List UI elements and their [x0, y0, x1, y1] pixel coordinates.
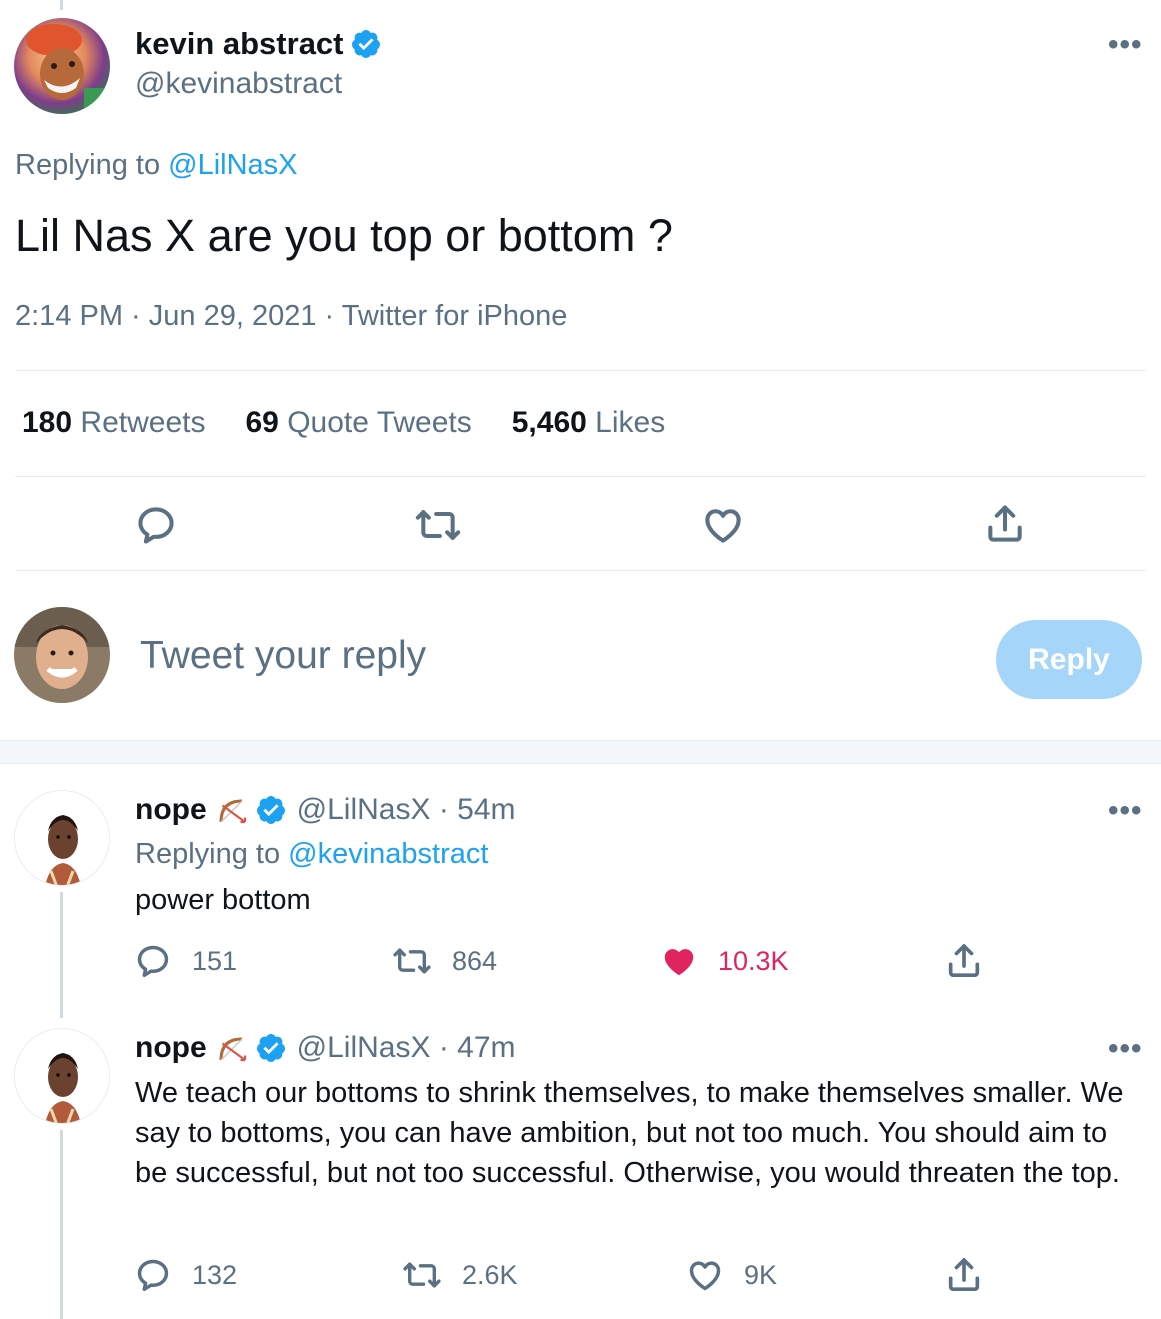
- quote-tweets-stat[interactable]: 69 Quote Tweets: [245, 406, 471, 440]
- replying-to: Replying to @LilNasX: [15, 149, 298, 182]
- tweet-text: Lil Nas X are you top or bottom ?: [15, 210, 673, 261]
- likes-label: Likes: [595, 406, 666, 439]
- retweet-action[interactable]: 2.6K: [402, 1256, 518, 1294]
- reply-header: nope @LilNasX · 47m: [135, 1030, 516, 1066]
- like-count: 10.3K: [718, 945, 789, 976]
- thread-connector-line: [60, 892, 63, 1018]
- author-handle[interactable]: @kevinabstract: [135, 67, 342, 101]
- replying-prefix: Replying to: [135, 838, 281, 870]
- replying-handle-link[interactable]: @kevinabstract: [288, 838, 488, 870]
- verified-badge-icon: [350, 28, 382, 60]
- reply-icon[interactable]: [134, 942, 172, 980]
- reply-action[interactable]: 151: [134, 942, 237, 980]
- reply-author-name[interactable]: nope: [135, 1031, 207, 1065]
- reply-handle-time[interactable]: @LilNasX · 47m: [297, 1031, 516, 1065]
- retweets-label: Retweets: [80, 406, 206, 439]
- replying-prefix: Replying to: [15, 149, 161, 181]
- divider: [15, 370, 1146, 371]
- reply-author-avatar[interactable]: [14, 1028, 110, 1124]
- reply-count: 151: [192, 945, 238, 976]
- reply-button[interactable]: Reply: [996, 620, 1142, 699]
- reply-text: power bottom: [135, 884, 311, 916]
- more-options-icon[interactable]: •••: [1108, 28, 1143, 62]
- divider: [15, 476, 1146, 477]
- reply-action[interactable]: 132: [134, 1256, 237, 1294]
- verified-badge-icon: [255, 794, 287, 826]
- verified-badge-icon: [255, 1032, 287, 1064]
- likes-count: 5,460: [511, 406, 587, 439]
- share-icon[interactable]: [944, 940, 984, 982]
- retweet-count: 2.6K: [462, 1259, 518, 1290]
- quote-tweets-count: 69: [245, 406, 279, 439]
- like-action[interactable]: 10.3K: [660, 942, 789, 980]
- retweet-count: 864: [452, 945, 498, 976]
- share-icon[interactable]: [944, 1254, 984, 1296]
- retweets-stat[interactable]: 180 Retweets: [22, 406, 205, 440]
- reply-input[interactable]: Tweet your reply: [140, 634, 426, 678]
- share-icon[interactable]: [983, 501, 1027, 547]
- like-icon[interactable]: [700, 503, 746, 547]
- reply-author-avatar[interactable]: [14, 790, 110, 886]
- author-name[interactable]: kevin abstract: [135, 26, 382, 62]
- reply-count: 132: [192, 1259, 238, 1290]
- retweet-icon[interactable]: [392, 942, 432, 980]
- replying-handle-link[interactable]: @LilNasX: [168, 149, 297, 181]
- reply-text: We teach our bottoms to shrink themselve…: [135, 1077, 1124, 1189]
- reply-icon[interactable]: [134, 1256, 172, 1294]
- more-options-icon[interactable]: •••: [1108, 794, 1143, 828]
- likes-stat[interactable]: 5,460 Likes: [512, 406, 665, 440]
- like-count: 9K: [744, 1259, 778, 1290]
- reply-header: nope @LilNasX · 54m: [135, 792, 516, 828]
- reply-handle-time[interactable]: @LilNasX · 54m: [297, 793, 516, 827]
- thread-line-top: [60, 0, 63, 10]
- divider: [15, 570, 1146, 571]
- retweets-count: 180: [22, 406, 73, 439]
- author-name-text[interactable]: kevin abstract: [135, 26, 344, 62]
- more-options-icon[interactable]: •••: [1108, 1032, 1143, 1066]
- retweet-action[interactable]: 864: [392, 942, 497, 980]
- like-icon[interactable]: [686, 1256, 724, 1294]
- like-filled-icon[interactable]: [660, 942, 698, 980]
- author-avatar[interactable]: [14, 18, 110, 114]
- tweet-meta: 2:14 PM · Jun 29, 2021 · Twitter for iPh…: [15, 300, 568, 332]
- quote-tweets-label: Quote Tweets: [287, 406, 472, 439]
- bow-and-arrow-icon: [215, 792, 251, 828]
- reply-author-name[interactable]: nope: [135, 793, 207, 827]
- reply-icon[interactable]: [134, 503, 178, 547]
- thread-connector-line: [60, 1130, 63, 1319]
- bow-and-arrow-icon: [215, 1030, 251, 1066]
- tweet-stats: 180 Retweets 69 Quote Tweets 5,460 Likes: [22, 406, 665, 440]
- user-avatar[interactable]: [14, 607, 110, 703]
- like-action[interactable]: 9K: [686, 1256, 777, 1294]
- retweet-icon[interactable]: [402, 1256, 442, 1294]
- reply-replying-to: Replying to @kevinabstract: [135, 838, 488, 871]
- section-separator: [0, 740, 1161, 764]
- retweet-icon[interactable]: [414, 503, 462, 547]
